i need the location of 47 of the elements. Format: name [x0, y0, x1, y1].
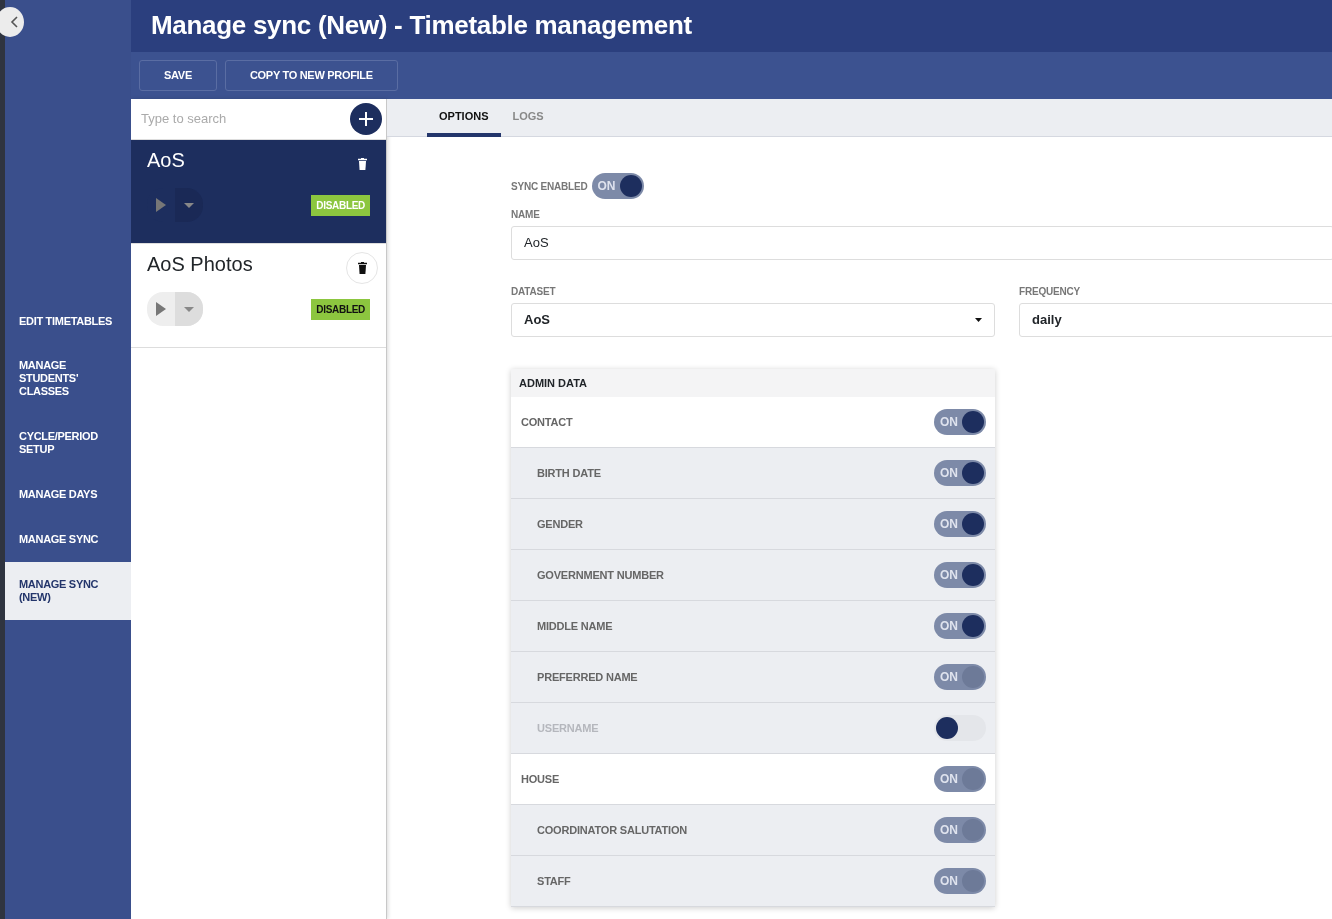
- copy-button[interactable]: COPY TO NEW PROFILE: [224, 60, 398, 91]
- status-label: DISABLED: [311, 194, 370, 216]
- field-label: NAME: [511, 208, 541, 222]
- delete-button[interactable]: [346, 252, 378, 284]
- profile-item[interactable]: AoS DISABLED: [131, 140, 386, 244]
- field-label: DATASET: [511, 285, 557, 299]
- setting-label: PREFERRED NAME: [537, 669, 638, 685]
- status-label: DISABLED: [311, 298, 370, 320]
- caret-down-icon: [184, 202, 194, 208]
- setting-label: COORDINATOR SALUTATION: [537, 822, 687, 838]
- setting-label: BIRTH DATE: [537, 465, 601, 481]
- plus-icon: [358, 111, 374, 127]
- setting-label: HOUSE: [521, 771, 560, 787]
- setting-label: GENDER: [537, 516, 583, 532]
- field-label: FREQUENCY: [1019, 285, 1081, 299]
- name-field[interactable]: AoS: [511, 226, 1332, 260]
- save-button[interactable]: SAVE: [139, 60, 217, 91]
- profile-name: AoS: [147, 148, 185, 172]
- caret-down-icon: [184, 306, 194, 312]
- play-icon: [156, 302, 166, 316]
- trash-icon: [357, 262, 367, 274]
- toggle-switch[interactable]: [934, 715, 986, 741]
- section-header: ADMIN DATA: [511, 369, 995, 397]
- tab[interactable]: OPTIONS: [427, 99, 501, 137]
- run-split-button[interactable]: [147, 292, 203, 326]
- sidebar-item[interactable]: CYCLE/PERIOD SETUP: [5, 414, 131, 472]
- frequency-field[interactable]: daily: [1019, 303, 1332, 337]
- setting-label: MIDDLE NAME: [537, 618, 613, 634]
- caret-down-icon: [975, 318, 982, 322]
- play-icon: [156, 198, 166, 212]
- sidebar-item[interactable]: EDIT TIMETABLES: [5, 300, 131, 343]
- profile-item[interactable]: AoS Photos DISABLED: [131, 244, 386, 348]
- setting-label: GOVERNMENT NUMBER: [537, 567, 664, 583]
- sidebar-item[interactable]: MANAGE SYNC (NEW): [5, 562, 131, 620]
- add-button[interactable]: [350, 103, 382, 135]
- chevron-left-icon: [10, 16, 18, 28]
- back-button[interactable]: [0, 7, 24, 37]
- setting-label: STAFF: [537, 873, 571, 889]
- field-label: SYNC ENABLED: [511, 179, 588, 194]
- dataset-dropdown[interactable]: AoS: [511, 303, 995, 337]
- trash-icon: [357, 158, 367, 170]
- profile-name: AoS Photos: [147, 252, 253, 276]
- sidebar-item[interactable]: MANAGE DAYS: [5, 472, 131, 517]
- sidebar-item[interactable]: MANAGE STUDENTS' CLASSES: [5, 343, 131, 414]
- setting-label: CONTACT: [521, 414, 573, 430]
- page-title: Manage sync (New) - Timetable management: [131, 0, 1332, 52]
- sidebar-item[interactable]: MANAGE SYNC: [5, 517, 131, 562]
